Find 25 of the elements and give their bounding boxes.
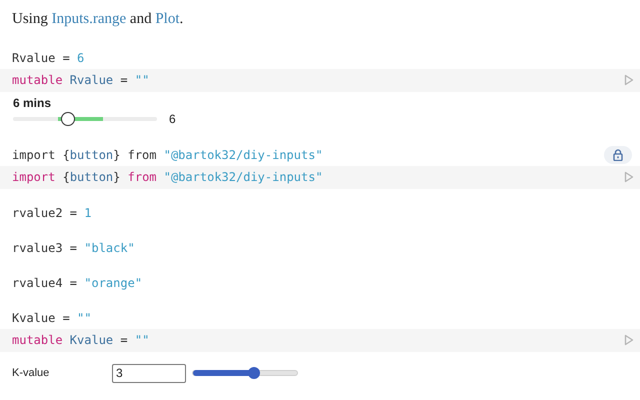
slider-label: 6 mins xyxy=(13,94,52,110)
number-field[interactable]: 3 xyxy=(112,364,186,382)
code-text: mutable Kvalue = "" xyxy=(12,332,150,349)
slider-track[interactable] xyxy=(192,370,298,376)
code-text: import {button} from "@bartok32/diy-inputs" xyxy=(12,169,323,186)
lock-icon xyxy=(613,148,623,160)
code-text: mutable Rvalue = "" xyxy=(12,72,150,89)
intro-text: Using Inputs.range and Plot. xyxy=(11,10,184,29)
slider-thumb[interactable] xyxy=(60,112,75,126)
cell-output: Rvalue = 6 xyxy=(12,50,84,66)
cell-output: rvalue3 = "black" xyxy=(12,240,135,256)
doc-link[interactable]: Inputs.range xyxy=(52,11,126,27)
cell-output: Kvalue = "" xyxy=(12,310,92,326)
code-cell[interactable]: mutable Kvalue = "" xyxy=(0,328,640,352)
input-label: K-value xyxy=(12,366,50,381)
slider-thumb[interactable] xyxy=(248,367,260,379)
slider-value: 6 xyxy=(169,110,176,128)
cell-output: rvalue4 = "orange" xyxy=(12,274,142,292)
cell-output: import {button} from "@bartok32/diy-inputs" xyxy=(12,146,323,164)
doc-link[interactable]: Plot xyxy=(155,11,180,27)
code-cell[interactable]: import {button} from "@bartok32/diy-inputs" xyxy=(0,166,640,188)
lock-badge[interactable] xyxy=(604,146,632,164)
slider-track[interactable] xyxy=(13,112,157,126)
cell-output: rvalue2 = 1 xyxy=(12,204,92,222)
code-cell[interactable]: mutable Rvalue = "" xyxy=(0,68,640,92)
